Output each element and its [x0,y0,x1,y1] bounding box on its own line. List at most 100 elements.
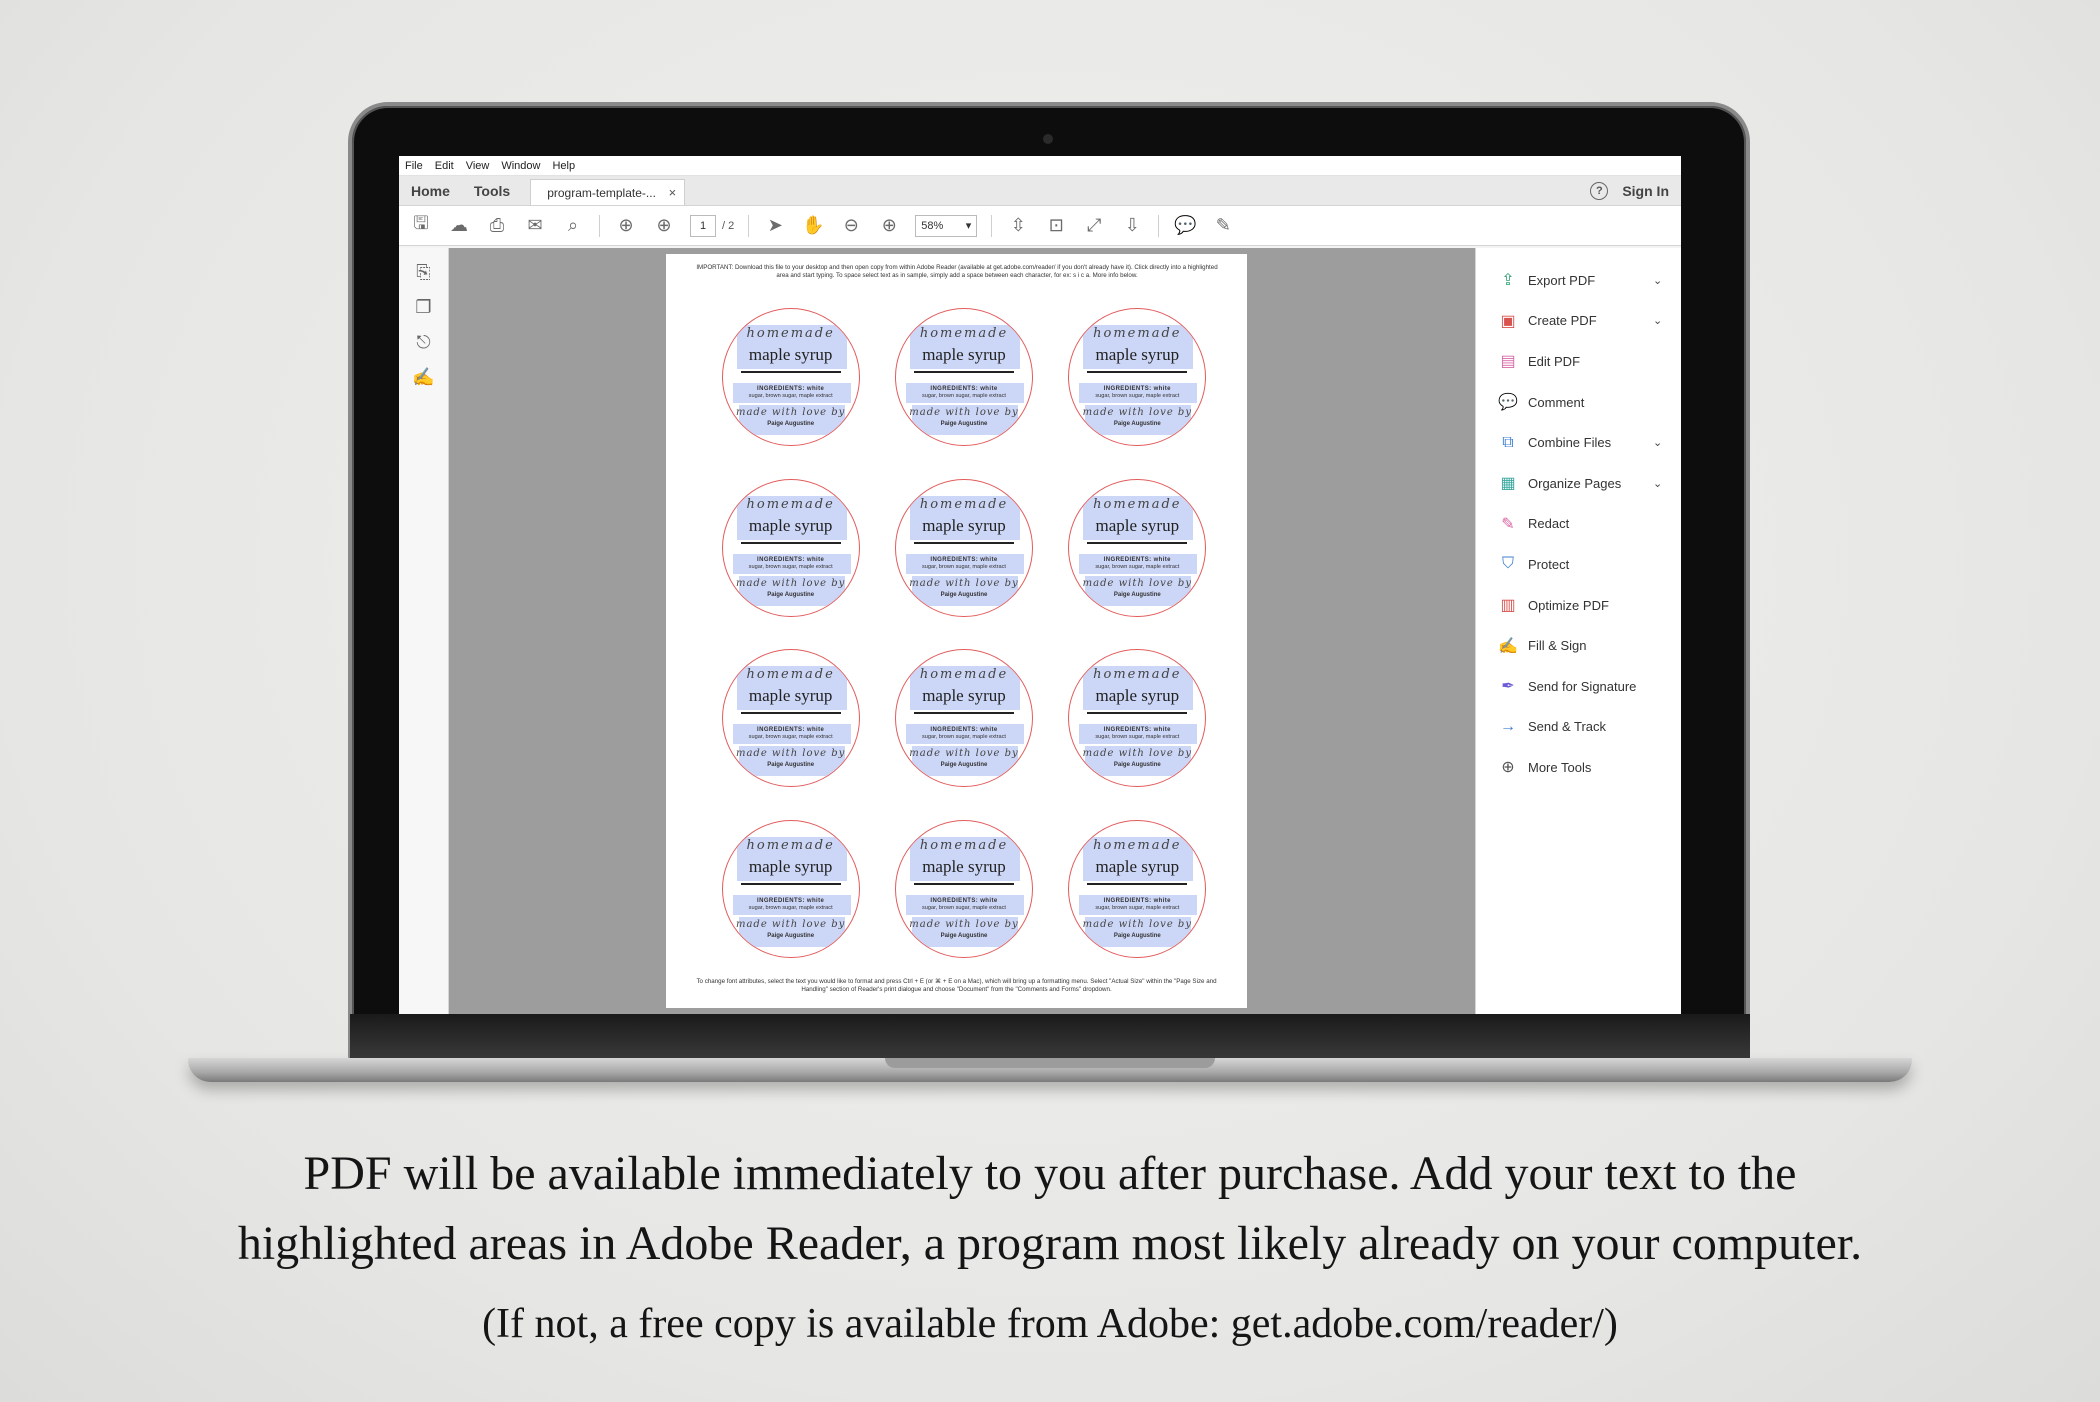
tool-send-track[interactable]: → Send & Track [1476,707,1681,748]
caption-line-1: PDF will be available immediately to you… [303,1147,1797,1200]
label-title: maple syrup [748,515,833,535]
save-icon[interactable]: 🖫 [409,211,433,241]
label-name: Paige Augustine [940,421,988,428]
label-circle[interactable]: homemade maple syrup INGREDIENTS: white … [721,478,860,617]
create-pdf-icon: ▣ [1500,312,1516,330]
label-divider [913,712,1014,715]
tab-document[interactable]: program-template-... × [530,179,686,205]
label-signature: made with love by [735,918,846,930]
tool-optimize-pdf[interactable]: ▥ Optimize PDF [1476,585,1681,626]
help-icon[interactable]: ? [1590,181,1609,200]
label-title: maple syrup [748,345,833,365]
label-cell: homemade maple syrup INGREDIENTS: white … [1051,804,1224,975]
menu-edit[interactable]: Edit [435,160,454,172]
upload-cloud-icon[interactable]: ☁ [447,215,471,236]
label-name: Paige Augustine [767,421,815,428]
label-cell: homemade maple syrup INGREDIENTS: white … [704,292,877,463]
label-name: Paige Augustine [940,591,988,598]
label-name: Paige Augustine [767,591,815,598]
document-canvas[interactable]: IMPORTANT: Download this file to your de… [449,248,1475,1014]
menu-view[interactable]: View [466,160,490,172]
label-circle[interactable]: homemade maple syrup INGREDIENTS: white … [894,308,1033,447]
label-circle[interactable]: homemade maple syrup INGREDIENTS: white … [1068,819,1207,958]
label-circle[interactable]: homemade maple syrup INGREDIENTS: white … [894,478,1033,617]
tool-create-pdf[interactable]: ▣ Create PDF ⌄ [1476,301,1681,342]
tool-edit-pdf[interactable]: ▤ Edit PDF [1476,341,1681,382]
scroll-mode-icon[interactable]: ⇩ [1120,215,1144,236]
menu-file[interactable]: File [405,160,423,172]
tool-label: Organize Pages [1528,475,1622,491]
label-script-text: homemade [919,667,1009,683]
label-divider [740,882,841,885]
label-ingredients-list: sugar, brown sugar, maple extract [922,563,1006,570]
label-signature: made with love by [1082,918,1192,930]
signature-icon[interactable]: ✍ [412,367,434,388]
label-cell: homemade maple syrup INGREDIENTS: white … [877,633,1050,804]
fit-page-icon[interactable]: ⇳ [1006,215,1030,236]
label-circle[interactable]: homemade maple syrup INGREDIENTS: white … [894,649,1033,788]
tool-more-tools[interactable]: ⊕ More Tools [1476,747,1681,788]
pen-icon[interactable]: ✎ [1211,215,1235,236]
sign-in-link[interactable]: Sign In [1622,183,1669,199]
close-icon[interactable]: × [669,185,677,200]
tool-protect[interactable]: ⛉ Protect [1476,544,1681,585]
label-script-text: homemade [919,326,1009,342]
tool-combine-files[interactable]: ⧉ Combine Files ⌄ [1476,422,1681,463]
workspace: ⎘ ❐ ⎋ ✍ ◀ IMPORTANT: Download this file … [399,248,1681,1014]
select-arrow-icon[interactable]: ➤ [763,215,787,236]
email-icon[interactable]: ✉ [523,215,547,236]
search-icon[interactable]: ⌕ [561,215,585,236]
label-circle[interactable]: homemade maple syrup INGREDIENTS: white … [1068,308,1207,447]
label-ingredients: INGREDIENTS: white [757,897,825,904]
label-circle[interactable]: homemade maple syrup INGREDIENTS: white … [894,819,1033,958]
fit-width-icon[interactable]: ⊡ [1044,215,1068,236]
zoom-in-icon[interactable]: ⊕ [877,215,901,236]
label-circle[interactable]: homemade maple syrup INGREDIENTS: white … [721,819,860,958]
tool-export-pdf[interactable]: ⇪ Export PDF ⌄ [1476,260,1681,301]
comment-toolbar-icon[interactable]: 💬 [1173,215,1197,236]
chevron-down-icon[interactable]: ⌄ [1653,314,1681,327]
tab-tools[interactable]: Tools [462,176,522,205]
label-script-text: homemade [1093,496,1182,512]
label-circle[interactable]: homemade maple syrup INGREDIENTS: white … [721,649,860,788]
full-screen-icon[interactable]: ⤢ [1082,215,1106,236]
zoom-select[interactable]: 58% ▾ [915,214,978,237]
copy-pages-icon[interactable]: ❐ [415,297,431,318]
label-circle[interactable]: homemade maple syrup INGREDIENTS: white … [721,308,860,447]
tool-organize-pages[interactable]: ▦ Organize Pages ⌄ [1476,463,1681,504]
tool-label: Redact [1528,516,1570,532]
next-page-icon[interactable]: ⊕ [652,215,676,236]
label-title: maple syrup [748,686,833,706]
tool-comment[interactable]: 💬 Comment [1476,382,1681,423]
label-cell: homemade maple syrup INGREDIENTS: white … [877,463,1050,634]
label-script-text: homemade [746,667,835,683]
page-thumbnails-icon[interactable]: ⎘ [416,262,430,283]
previous-page-icon[interactable]: ⊕ [614,215,638,236]
label-ingredients-list: sugar, brown sugar, maple extract [1095,563,1180,570]
label-name: Paige Augustine [940,932,988,939]
label-signature: made with love by [735,748,846,760]
label-circle[interactable]: homemade maple syrup INGREDIENTS: white … [1068,649,1207,788]
zoom-out-icon[interactable]: ⊖ [839,215,863,236]
print-icon[interactable]: ⎙ [485,215,509,236]
toolbar: 🖫 ☁ ⎙ ✉ ⌕ ⊕ ⊕ 1 / 2 ➤ ✋ ⊖ ⊕ 58% ▾ ⇳ ⊡ ⤢ … [399,206,1681,246]
tab-home[interactable]: Home [399,176,462,205]
label-ingredients-list: sugar, brown sugar, maple extract [1095,904,1180,911]
menu-window[interactable]: Window [501,160,540,172]
page-number-input[interactable]: 1 [690,214,716,237]
chevron-down-icon[interactable]: ⌄ [1653,477,1681,490]
label-name: Paige Augustine [940,762,988,769]
label-circle[interactable]: homemade maple syrup INGREDIENTS: white … [1068,478,1207,617]
tool-fill-sign[interactable]: ✍ Fill & Sign [1476,625,1681,666]
more-tools-icon: ⊕ [1501,759,1515,777]
attachment-icon[interactable]: ⎋ [416,332,430,353]
tool-send-for-signature[interactable]: ✒ Send for Signature [1476,666,1681,707]
chevron-down-icon[interactable]: ⌄ [1653,436,1681,449]
caption-line-3: (If not, a free copy is available from A… [482,1301,1618,1347]
hand-tool-icon[interactable]: ✋ [801,215,825,236]
chevron-down-icon[interactable]: ⌄ [1653,274,1681,287]
label-cell: homemade maple syrup INGREDIENTS: white … [704,463,877,634]
label-name: Paige Augustine [1113,762,1161,769]
tool-redact[interactable]: ✎ Redact [1476,504,1681,545]
menu-help[interactable]: Help [552,160,575,172]
